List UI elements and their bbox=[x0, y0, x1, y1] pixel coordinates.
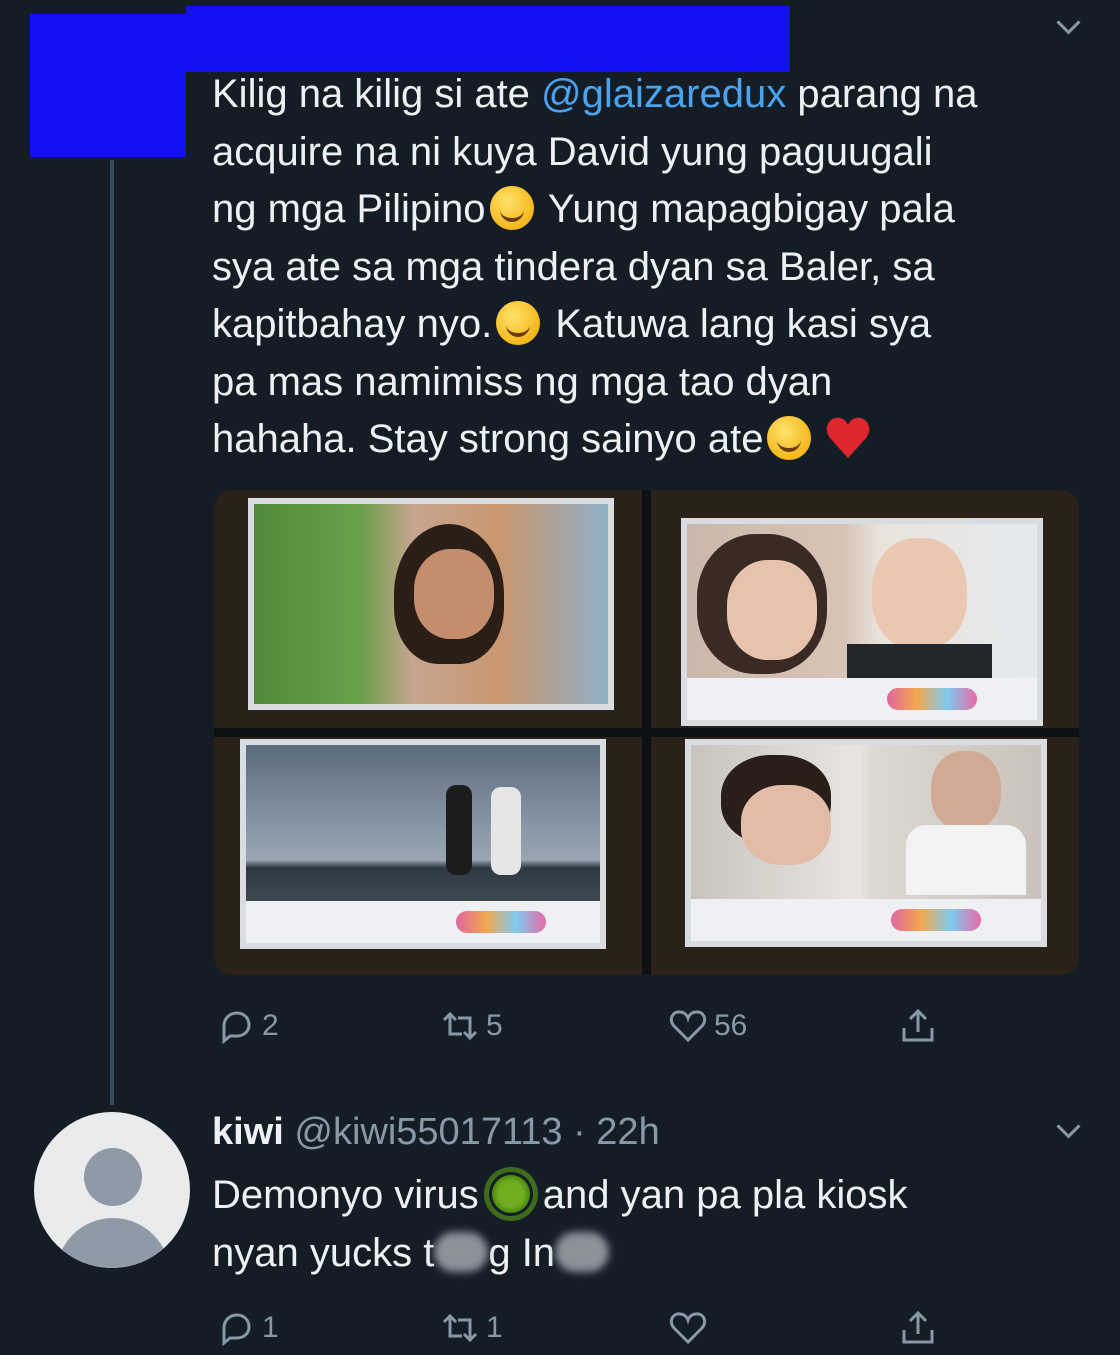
like-count: 56 bbox=[714, 1009, 748, 1042]
share-button[interactable] bbox=[898, 1308, 938, 1348]
redaction-box-name bbox=[186, 6, 790, 72]
redaction-box-avatar bbox=[30, 14, 186, 157]
retweet-icon bbox=[442, 1313, 478, 1343]
avatar-body bbox=[56, 1218, 170, 1268]
like-button[interactable]: 56 bbox=[668, 1006, 747, 1046]
retweet-icon bbox=[442, 1011, 478, 1041]
media-photo-4[interactable] bbox=[651, 737, 1079, 975]
retweet-button[interactable]: 5 bbox=[440, 1006, 503, 1046]
chevron-down-icon[interactable] bbox=[1056, 1114, 1081, 1139]
reply-icon bbox=[222, 1313, 251, 1347]
media-photo-3[interactable] bbox=[214, 737, 642, 975]
video-call-screen bbox=[685, 739, 1047, 947]
reply-icon bbox=[222, 1011, 251, 1045]
video-call-screen bbox=[248, 498, 614, 710]
virus-emoji-icon bbox=[488, 1172, 533, 1216]
video-call-screen bbox=[240, 739, 606, 949]
reply-text: Demonyo virus and yan pa pla kiosk nyan y… bbox=[212, 1172, 908, 1275]
reply-button[interactable]: 1 bbox=[216, 1308, 279, 1348]
share-button[interactable] bbox=[898, 1006, 938, 1046]
default-avatar-icon[interactable] bbox=[34, 1112, 190, 1268]
avatar-head bbox=[84, 1148, 142, 1206]
blurred-text bbox=[434, 1232, 489, 1272]
smile-emoji-icon bbox=[489, 186, 534, 230]
retweet-button[interactable]: 1 bbox=[440, 1308, 503, 1348]
mention-link[interactable]: @glaizaredux bbox=[541, 72, 786, 116]
tweet-text: Kilig na kilig si ate @glaizaredux paran… bbox=[212, 72, 978, 461]
blurred-text bbox=[555, 1232, 610, 1272]
reply-count: 2 bbox=[262, 1009, 279, 1042]
smile-emoji-icon bbox=[767, 416, 812, 460]
reply-header: kiwi @kiwi55017113 · 22h bbox=[212, 1108, 660, 1156]
reply-button[interactable]: 2 bbox=[216, 1006, 279, 1046]
heart-emoji-icon bbox=[827, 417, 870, 458]
chevron-down-icon[interactable] bbox=[1056, 10, 1081, 35]
share-icon bbox=[902, 1310, 934, 1344]
smile-emoji-icon bbox=[496, 301, 541, 345]
media-photo-2[interactable] bbox=[651, 490, 1079, 728]
reply-author-handle[interactable]: @kiwi55017113 bbox=[294, 1111, 562, 1153]
like-button[interactable] bbox=[668, 1308, 708, 1348]
retweet-count: 1 bbox=[486, 1311, 503, 1344]
thread-connector-line bbox=[110, 160, 114, 1105]
reply-timestamp[interactable]: · 22h bbox=[563, 1111, 660, 1153]
media-photo-1[interactable] bbox=[214, 490, 642, 728]
tweet-media-grid[interactable] bbox=[214, 490, 1079, 975]
video-call-screen bbox=[681, 518, 1043, 726]
reply-author-name[interactable]: kiwi bbox=[212, 1111, 284, 1153]
reply-count: 1 bbox=[262, 1311, 279, 1344]
retweet-count: 5 bbox=[486, 1009, 503, 1042]
share-icon bbox=[902, 1008, 934, 1042]
like-icon bbox=[669, 1312, 707, 1345]
like-icon bbox=[669, 1010, 707, 1043]
